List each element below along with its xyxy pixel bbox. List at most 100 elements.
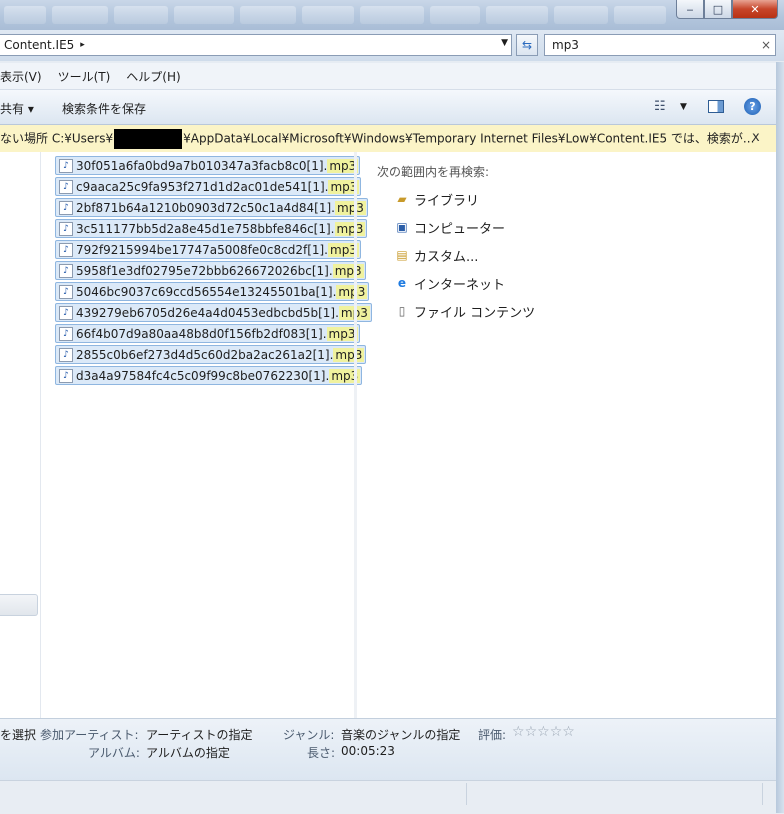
info-bar-message: ない場所 C:¥Users¥ ¥AppData¥Local¥Microsoft¥W… bbox=[0, 128, 755, 149]
file-list-item[interactable]: ♪ 3c511177bb5d2a8e45d1e758bbfe846c[1]. mp3 bbox=[55, 219, 368, 238]
save-search-button[interactable]: 検索条件を保存 bbox=[62, 100, 146, 117]
change-view-icon[interactable]: ☷ bbox=[654, 99, 666, 114]
background-tab bbox=[302, 6, 354, 24]
navigation-scrollbar-thumb[interactable] bbox=[0, 594, 38, 616]
audio-file-icon: ♪ bbox=[59, 326, 73, 341]
close-window-button[interactable]: ✕ bbox=[732, 0, 778, 19]
file-list-item[interactable]: ♪ 5046bc9037c69ccd56554e13245501ba[1]. mp3 bbox=[55, 282, 370, 301]
clear-search-icon[interactable]: × bbox=[757, 38, 775, 52]
menu-item-view[interactable]: 表示(V) bbox=[0, 68, 50, 85]
navigation-pane[interactable] bbox=[0, 152, 41, 718]
file-list-item[interactable]: ♪ 5958f1e3df02795e72bbb626672026bc[1]. mp3 bbox=[55, 261, 366, 280]
length-value: 00:05:23 bbox=[341, 744, 395, 758]
audio-file-icon: ♪ bbox=[59, 305, 73, 320]
background-tab bbox=[430, 6, 480, 24]
genre-value[interactable]: 音楽のジャンルの指定 bbox=[341, 726, 460, 743]
rating-star-icon[interactable]: ☆ bbox=[550, 724, 563, 740]
audio-file-icon: ♪ bbox=[59, 221, 73, 236]
menu-item-tools[interactable]: ツール(T) bbox=[50, 68, 119, 85]
library-icon: ▰ bbox=[397, 192, 407, 206]
background-tab bbox=[360, 6, 424, 24]
rating-label: 評価: bbox=[478, 728, 507, 742]
album-label: アルバム: bbox=[88, 746, 140, 760]
file-list-item[interactable]: ♪ 792f9215994be17747a5008fe0c8cd2f[1]. mp3 bbox=[55, 240, 361, 259]
rating-star-icon[interactable]: ☆ bbox=[562, 724, 575, 740]
file-extension-highlight: mp3 bbox=[334, 221, 366, 236]
window-title-bar: ‒ □ ✕ bbox=[0, 0, 784, 30]
file-contents-icon: ▯ bbox=[398, 304, 406, 318]
internet-explorer-icon: e bbox=[397, 276, 407, 290]
background-tab bbox=[240, 6, 296, 24]
audio-file-icon: ♪ bbox=[59, 200, 73, 215]
menu-item-help[interactable]: ヘルプ(H) bbox=[118, 68, 188, 85]
album-value[interactable]: アルバムの指定 bbox=[146, 744, 230, 761]
refresh-button[interactable]: ⇆ bbox=[516, 34, 538, 56]
artist-label: 参加アーティスト: bbox=[40, 728, 139, 742]
pane-divider[interactable] bbox=[354, 152, 357, 718]
artist-value[interactable]: アーティストの指定 bbox=[146, 726, 253, 743]
breadcrumb-arrow-icon[interactable]: ▸ bbox=[80, 40, 85, 50]
file-list-item[interactable]: ♪439279eb6705d26e4a4d0453edbcbd5b[1].mp3 bbox=[55, 303, 372, 322]
search-info-bar[interactable]: ない場所 C:¥Users¥ ¥AppData¥Local¥Microsoft¥W… bbox=[0, 125, 776, 153]
file-list-item[interactable]: ♪ d3a4a97584fc4c5c09f99c8be0762230[1]. mp3 bbox=[55, 366, 363, 385]
selection-hint: を選択 bbox=[0, 728, 37, 742]
minimize-button[interactable]: ‒ bbox=[676, 0, 704, 19]
preview-pane-icon[interactable] bbox=[708, 100, 724, 113]
search-again-libraries[interactable]: ▰ ライブラリ bbox=[394, 190, 535, 209]
file-extension-highlight: mp3 bbox=[333, 347, 365, 362]
background-tab bbox=[554, 6, 608, 24]
command-toolbar: 共有 ▾ 検索条件を保存 ☷ ▼ ? bbox=[0, 90, 776, 125]
status-bar bbox=[0, 780, 776, 814]
search-input[interactable]: mp3 × bbox=[544, 34, 776, 56]
background-tab bbox=[52, 6, 108, 24]
info-text-part: ¥AppData¥Local¥Microsoft¥Windows¥Tempora… bbox=[183, 131, 755, 145]
file-name: c9aaca25c9fa953f271d1d2ac01de541[1]. bbox=[76, 179, 329, 194]
file-list-item[interactable]: ♪ 66f4b07d9a80aa48b8d0f156fb2df083[1]. mp3 bbox=[55, 324, 360, 343]
info-text-part: ない場所 C:¥Users¥ bbox=[0, 131, 114, 145]
background-tab bbox=[614, 6, 666, 24]
maximize-button[interactable]: □ bbox=[704, 0, 732, 19]
address-dropdown-icon[interactable]: ▼ bbox=[501, 38, 508, 48]
window-right-border bbox=[776, 62, 784, 813]
search-again-label: ファイル コンテンツ bbox=[414, 305, 536, 321]
file-list-item[interactable]: ♪ c9aaca25c9fa953f271d1d2ac01de541[1]. mp3 bbox=[55, 177, 362, 196]
search-again-label: ライブラリ bbox=[414, 193, 480, 209]
search-again-file-contents[interactable]: ▯ ファイル コンテンツ bbox=[394, 302, 536, 321]
file-name: 66f4b07d9a80aa48b8d0f156fb2df083[1]. bbox=[76, 326, 327, 341]
content-area: ♪ 30f051a6fa0bd9a7b010347a3facb8c0[1]. mp3… bbox=[0, 152, 776, 718]
rating-star-icon[interactable]: ☆ bbox=[525, 724, 538, 740]
status-bar-divider bbox=[466, 783, 467, 805]
computer-icon: ▣ bbox=[396, 220, 408, 234]
address-row: Content.IE5 ▸ ▼ ⇆ mp3 × bbox=[0, 30, 784, 61]
background-tab bbox=[174, 6, 234, 24]
redacted-username bbox=[114, 128, 183, 149]
search-query[interactable]: mp3 bbox=[545, 38, 757, 52]
share-button[interactable]: 共有 ▾ bbox=[0, 100, 34, 117]
file-list-item[interactable]: ♪ 2855c0b6ef273d4d5c60d2ba2ac261a2[1]. mp3 bbox=[55, 345, 367, 364]
search-again-heading: 次の範囲内を再検索: bbox=[377, 165, 490, 179]
search-again-label: コンピューター bbox=[414, 221, 506, 237]
view-options-arrow-icon[interactable]: ▼ bbox=[680, 102, 687, 112]
audio-file-icon: ♪ bbox=[59, 347, 73, 362]
search-again-internet[interactable]: e インターネット bbox=[394, 274, 535, 293]
file-name: 792f9215994be17747a5008fe0c8cd2f[1]. bbox=[76, 242, 328, 257]
file-name: 30f051a6fa0bd9a7b010347a3facb8c0[1]. bbox=[76, 158, 328, 173]
refresh-icon: ⇆ bbox=[521, 38, 533, 52]
audio-file-icon: ♪ bbox=[59, 158, 73, 173]
rating-stars[interactable]: ☆☆☆☆☆ bbox=[512, 724, 575, 740]
rating-star-icon[interactable]: ☆ bbox=[537, 724, 550, 740]
search-again-panel: 次の範囲内を再検索: ▰ ライブラリ ▣ コンピューター ▤ カスタム... e… bbox=[377, 163, 536, 321]
search-again-custom[interactable]: ▤ カスタム... bbox=[394, 246, 535, 265]
close-info-bar-icon[interactable]: x bbox=[752, 130, 760, 145]
help-icon[interactable]: ? bbox=[744, 98, 761, 115]
address-path[interactable]: Content.IE5 bbox=[0, 38, 74, 52]
rating-star-icon[interactable]: ☆ bbox=[512, 724, 525, 740]
address-bar[interactable]: Content.IE5 ▸ ▼ bbox=[0, 34, 512, 56]
file-name: 5046bc9037c69ccd56554e13245501ba[1]. bbox=[76, 284, 337, 299]
file-list-item[interactable]: ♪ 30f051a6fa0bd9a7b010347a3facb8c0[1]. mp3 bbox=[55, 156, 361, 175]
search-again-computer[interactable]: ▣ コンピューター bbox=[394, 218, 535, 237]
custom-folder-icon: ▤ bbox=[396, 248, 408, 262]
file-extension-highlight: mp3 bbox=[332, 263, 364, 278]
audio-file-icon: ♪ bbox=[59, 263, 73, 278]
file-list-item[interactable]: ♪ 2bf871b64a1210b0903d72c50c1a4d84[1]. mp3 bbox=[55, 198, 368, 217]
